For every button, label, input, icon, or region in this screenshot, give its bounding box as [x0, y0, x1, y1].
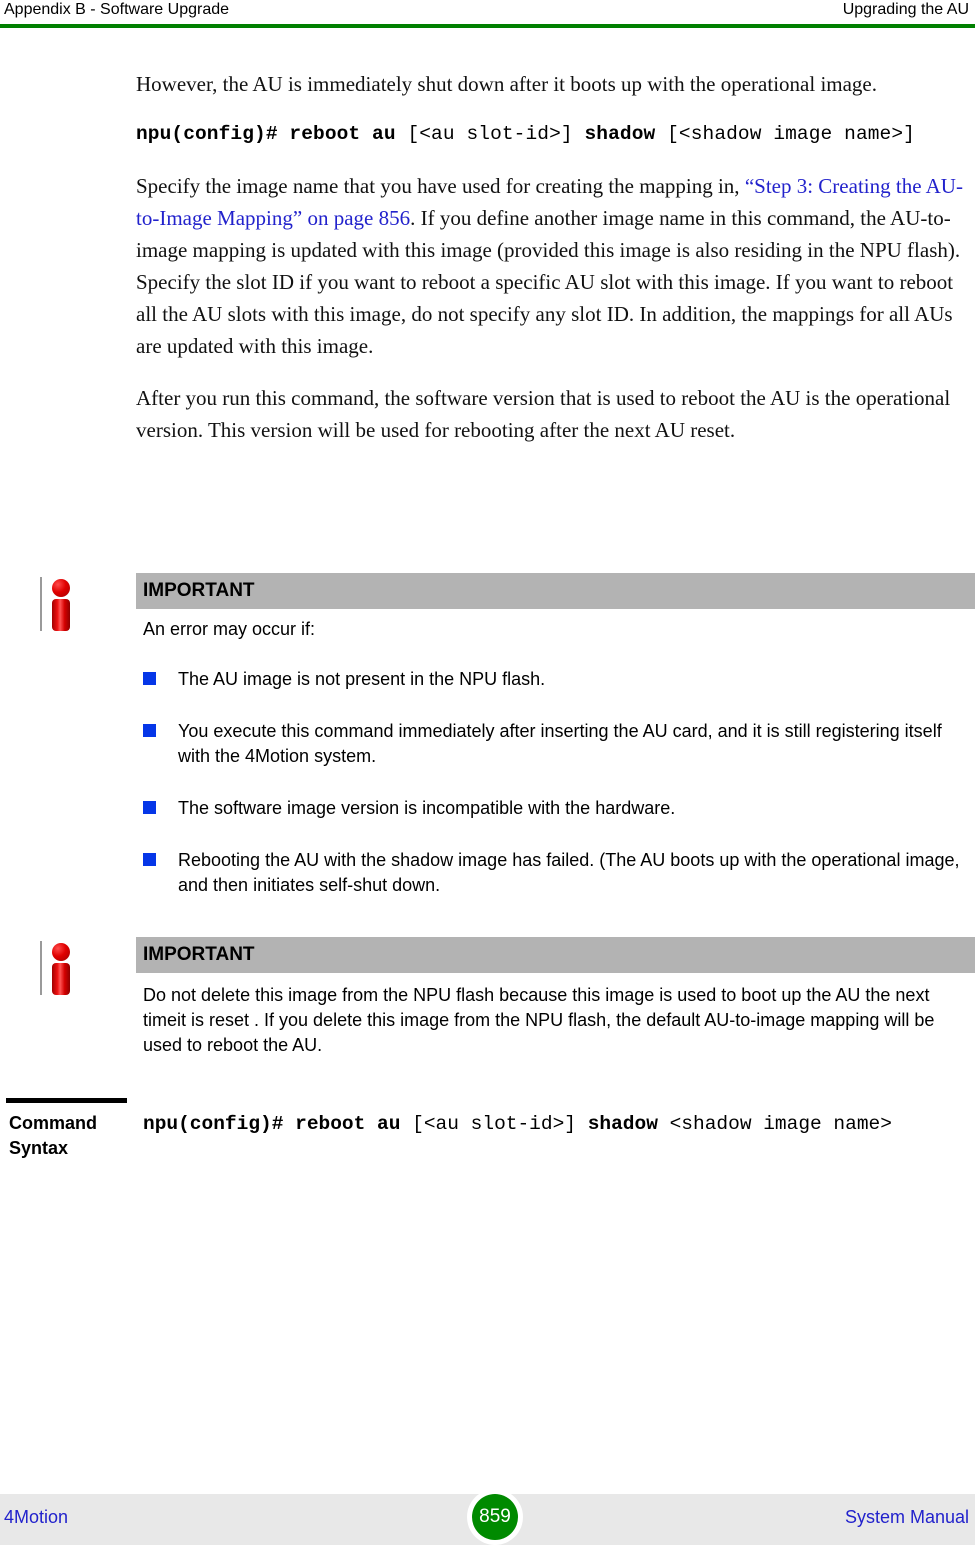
important-info-icon	[40, 941, 86, 999]
page-number-label: 859	[472, 1494, 518, 1540]
list-item-label: Rebooting the AU with the shadow image h…	[178, 850, 960, 895]
syntax-arg-slot-id: [<au slot-id>]	[400, 1113, 588, 1135]
command-arg-image-name: [<shadow image name>]	[655, 123, 915, 145]
list-item-label: The AU image is not present in the NPU f…	[178, 669, 546, 689]
list-item: The AU image is not present in the NPU f…	[143, 667, 968, 692]
command-syntax-code: npu(config)# reboot au [<au slot-id>] sh…	[143, 1111, 892, 1137]
page-number-badge: 859	[467, 1489, 523, 1545]
important-title-label: IMPORTANT	[143, 580, 255, 601]
square-bullet-icon	[143, 853, 156, 866]
error-condition-list: The AU image is not present in the NPU f…	[143, 667, 968, 898]
syntax-keyword-shadow: shadow	[587, 1113, 658, 1135]
command-keyword-shadow: shadow	[584, 123, 656, 145]
square-bullet-icon	[143, 672, 156, 685]
icon-side-rule	[40, 577, 42, 631]
list-item-label: You execute this command immediately aft…	[178, 721, 942, 766]
icon-dot	[52, 943, 70, 961]
important-title-label: IMPORTANT	[143, 944, 255, 965]
important-lead-text: An error may occur if:	[143, 619, 316, 639]
important-callout-do-not-delete: IMPORTANT Do not delete this image from …	[0, 937, 975, 1067]
page-content: However, the AU is immediately shut down…	[136, 68, 975, 466]
header-left-text: Appendix B - Software Upgrade	[4, 1, 230, 18]
icon-dot	[52, 579, 70, 597]
important-body: Do not delete this image from the NPU fl…	[143, 983, 968, 1058]
square-bullet-icon	[143, 801, 156, 814]
important-info-icon	[40, 577, 86, 635]
square-bullet-icon	[143, 724, 156, 737]
command-arg-slot-id: [<au slot-id>]	[395, 123, 585, 145]
paragraph-text-before-link: Specify the image name that you have use…	[136, 174, 745, 198]
command-syntax-label: Command Syntax	[9, 1113, 98, 1158]
paragraph-specify-image: Specify the image name that you have use…	[136, 170, 975, 362]
command-keyword-primary: npu(config)# reboot au	[136, 123, 396, 145]
command-syntax-rule	[6, 1098, 127, 1103]
icon-stem	[52, 599, 70, 631]
syntax-arg-image-name: <shadow image name>	[657, 1113, 892, 1135]
paragraph-intro: However, the AU is immediately shut down…	[136, 72, 877, 96]
header-divider	[0, 24, 975, 28]
list-item: You execute this command immediately aft…	[143, 719, 968, 769]
header-right-text: Upgrading the AU	[842, 1, 969, 18]
list-item-label: The software image version is incompatib…	[178, 798, 676, 818]
paragraph-after-run: After you run this command, the software…	[136, 386, 951, 442]
important-title-bar: IMPORTANT	[136, 573, 975, 609]
syntax-keyword-primary: npu(config)# reboot au	[143, 1113, 401, 1135]
list-item: The software image version is incompatib…	[143, 796, 968, 821]
footer-manual-link[interactable]: System Manual	[845, 1507, 969, 1528]
important-title-bar: IMPORTANT	[136, 937, 975, 973]
important-body-text: Do not delete this image from the NPU fl…	[143, 985, 935, 1055]
footer-product-link[interactable]: 4Motion	[4, 1507, 68, 1528]
important-body: An error may occur if: The AU image is n…	[143, 617, 968, 898]
list-item: Rebooting the AU with the shadow image h…	[143, 848, 968, 898]
icon-stem	[52, 963, 70, 995]
command-example-reboot-shadow: npu(config)# reboot au [<au slot-id>] sh…	[136, 120, 975, 148]
important-callout-errors: IMPORTANT An error may occur if: The AU …	[0, 573, 975, 903]
icon-side-rule	[40, 941, 42, 995]
